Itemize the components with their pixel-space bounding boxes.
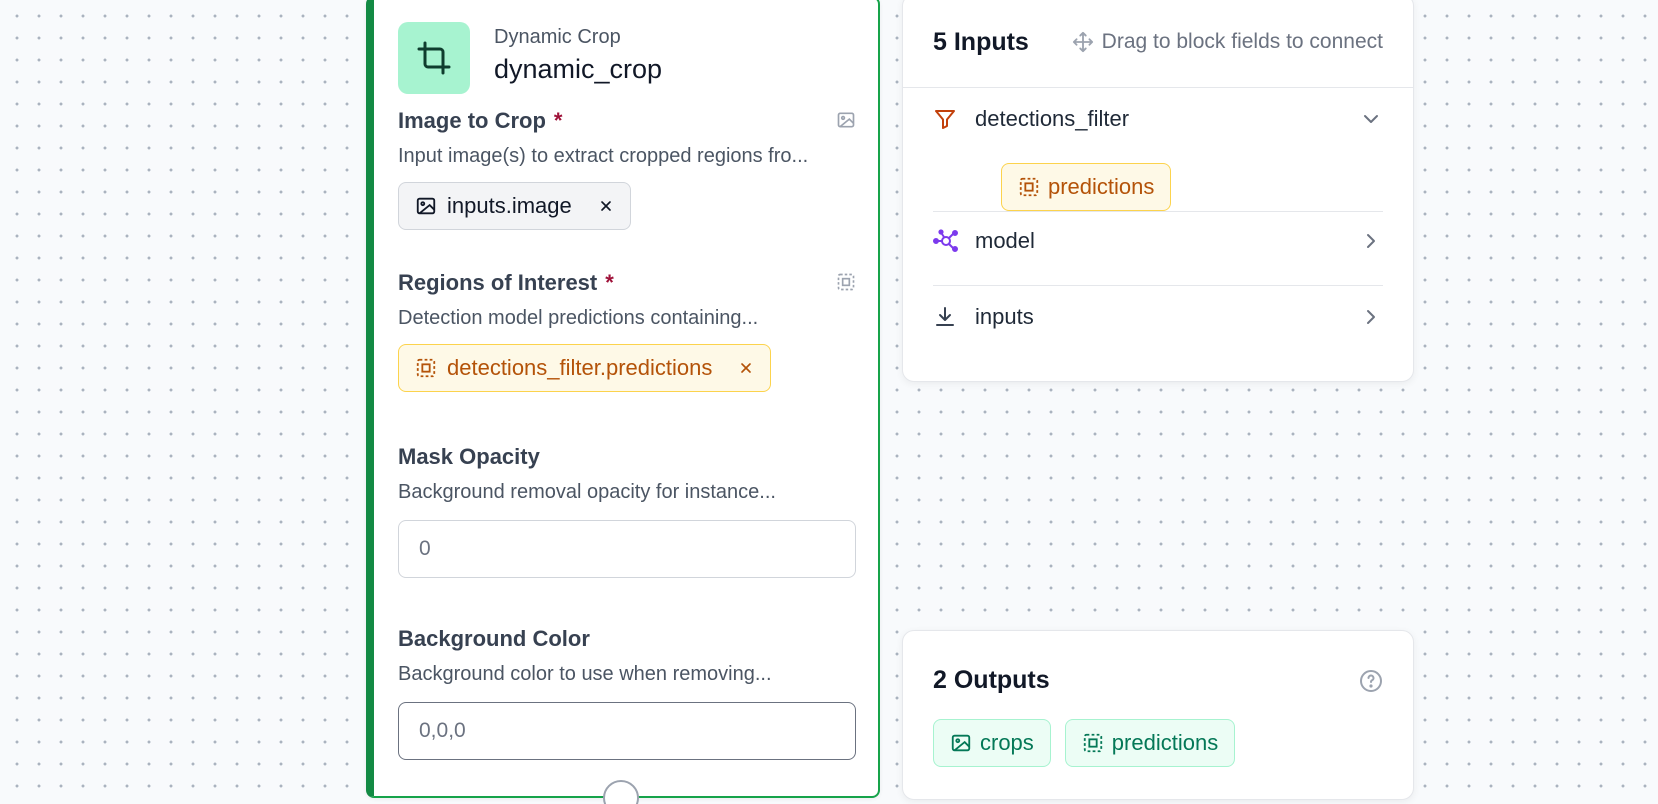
field-title-text: Background Color (398, 626, 590, 651)
field-background-color: Background Color Background color to use… (398, 624, 856, 760)
field-title-text: Mask Opacity (398, 444, 540, 469)
detection-icon (836, 272, 856, 292)
required-mark: * (553, 108, 563, 133)
connection-chip-inputs-image[interactable]: inputs.image (398, 182, 631, 230)
mask-opacity-input[interactable] (398, 520, 856, 578)
detection-icon (1082, 732, 1104, 754)
draggable-output-predictions[interactable]: predictions (1001, 163, 1172, 211)
drag-hint-text: Drag to block fields to connect (1101, 30, 1383, 53)
row-separator (933, 285, 1383, 286)
input-source-model[interactable]: model (933, 221, 1383, 261)
outputs-panel: 2 Outputs crops predictions (902, 630, 1414, 800)
drag-hint: Drag to block fields to connect (1072, 25, 1383, 59)
block-header: Dynamic Crop dynamic_crop (398, 22, 858, 94)
output-chip-predictions[interactable]: predictions (1064, 719, 1236, 767)
inputs-panel: 5 Inputs Drag to block fields to connect… (902, 0, 1414, 382)
input-source-label: detections_filter (975, 106, 1130, 131)
detection-icon (1018, 176, 1040, 198)
filter-icon (933, 107, 957, 131)
chevron-right-icon[interactable] (1359, 305, 1383, 329)
field-title: Regions of Interest * (398, 268, 856, 298)
model-graph-icon (933, 229, 959, 253)
output-chip-label: predictions (1111, 730, 1219, 755)
dynamic-crop-block[interactable]: Dynamic Crop dynamic_crop Image to Crop *… (366, 0, 880, 798)
input-source-detections-filter[interactable]: detections_filter predictions (933, 99, 1383, 211)
input-source-label: model (975, 228, 1035, 253)
outputs-panel-title: 2 Outputs (933, 666, 1050, 694)
remove-connection-icon[interactable] (738, 360, 754, 376)
inputs-panel-title: 5 Inputs (933, 28, 1029, 56)
row-separator (933, 211, 1383, 212)
input-source-label: inputs (975, 304, 1034, 329)
output-chip-label: crops (980, 730, 1034, 755)
block-icon-box (398, 22, 470, 94)
required-mark: * (605, 270, 614, 295)
detection-icon (415, 357, 437, 379)
remove-connection-icon[interactable] (598, 198, 614, 214)
question-icon[interactable] (1359, 669, 1383, 693)
field-description: Background removal opacity for instance.… (398, 481, 776, 503)
field-description: Detection model predictions containing..… (398, 307, 759, 329)
field-image-to-crop: Image to Crop * Input image(s) to extract… (398, 106, 856, 230)
field-description: Input image(s) to extract cropped region… (398, 145, 809, 167)
chip-label: detections_filter.predictions (447, 355, 713, 380)
input-source-inputs[interactable]: inputs (933, 297, 1383, 337)
field-description: Background color to use when removing... (398, 663, 772, 685)
move-icon (1072, 31, 1094, 53)
field-regions-of-interest: Regions of Interest * Detection model pre… (398, 268, 856, 392)
chevron-right-icon[interactable] (1359, 229, 1383, 253)
chip-label: inputs.image (447, 193, 572, 218)
block-type-label: Dynamic Crop (494, 26, 621, 48)
crop-icon (416, 40, 452, 76)
field-title-text: Image to Crop (398, 108, 546, 133)
field-title-text: Regions of Interest (398, 270, 598, 295)
field-title: Background Color (398, 624, 856, 654)
field-title: Mask Opacity (398, 442, 856, 472)
chevron-down-icon[interactable] (1359, 107, 1383, 131)
block-name[interactable]: dynamic_crop (494, 54, 662, 85)
output-chip-crops[interactable]: crops (933, 719, 1051, 767)
inputs-panel-header: 5 Inputs Drag to block fields to connect (933, 25, 1383, 59)
sub-chip-label: predictions (1048, 174, 1155, 199)
download-icon (933, 305, 957, 329)
image-icon (950, 732, 972, 754)
image-icon (415, 195, 437, 217)
background-color-input[interactable] (398, 702, 856, 760)
panel-divider (903, 87, 1413, 88)
field-mask-opacity: Mask Opacity Background removal opacity … (398, 442, 856, 578)
connection-chip-detections-filter-predictions[interactable]: detections_filter.predictions (398, 344, 772, 392)
image-icon (836, 110, 856, 130)
output-chips: crops predictions (933, 719, 1236, 767)
field-title: Image to Crop * (398, 106, 856, 136)
